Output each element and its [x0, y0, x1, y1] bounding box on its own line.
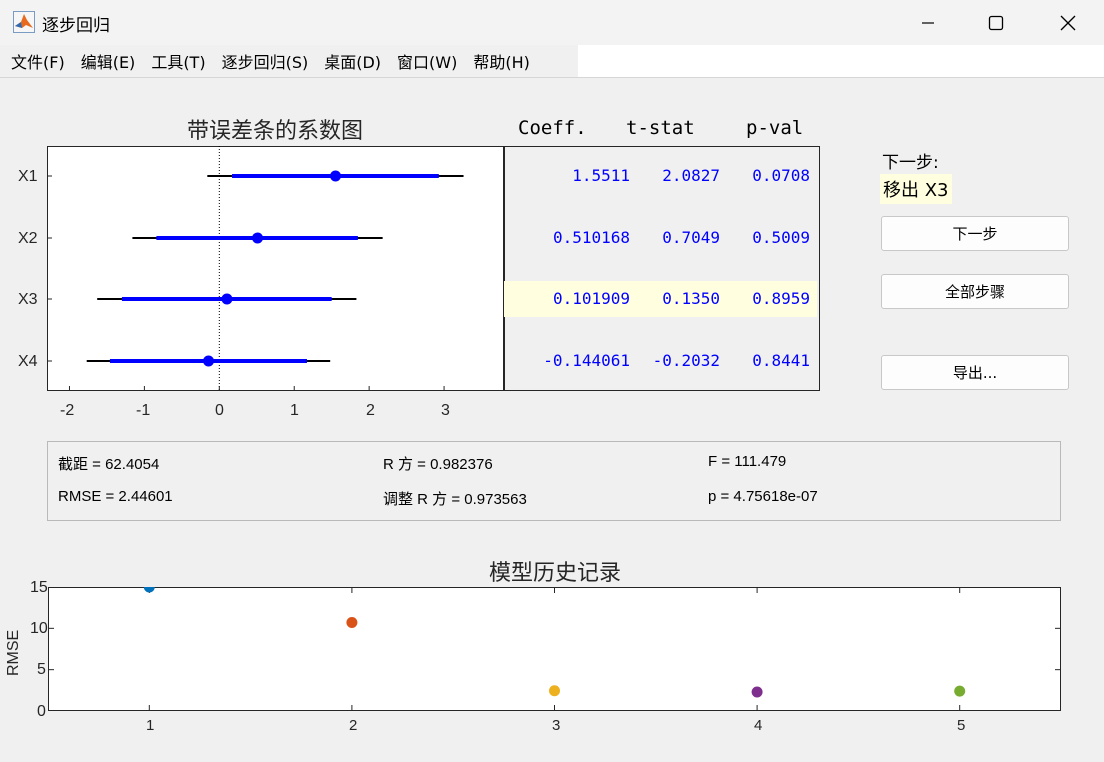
all-steps-button[interactable]: 全部步骤	[881, 274, 1069, 309]
f-stat: F = 111.479	[708, 453, 787, 470]
coef-estimate-point	[252, 232, 264, 244]
coef-y-tick: X4	[18, 353, 38, 370]
coef-x-tick: -1	[136, 402, 151, 419]
coef-estimate-point	[203, 355, 215, 367]
coef-x-tick: 0	[215, 402, 224, 419]
next-step-action: 移出 X3	[880, 174, 952, 204]
coef-y-tick: X3	[18, 291, 38, 308]
next-step-button[interactable]: 下一步	[881, 216, 1069, 251]
next-step-label: 下一步:	[882, 153, 939, 173]
menu-desktop[interactable]: 桌面(D)	[316, 49, 389, 73]
menu-bar: 文件(F) 编辑(E) 工具(T) 逐步回归(S) 桌面(D) 窗口(W) 帮助…	[0, 45, 1104, 77]
history-y-tick: 10	[30, 620, 48, 637]
history-point	[143, 587, 155, 593]
pval-value: 0.8959	[752, 289, 810, 308]
pval-value: 0.8441	[752, 351, 810, 370]
coeff-value[interactable]: 1.5511	[520, 166, 630, 185]
maximize-button[interactable]	[968, 0, 1024, 45]
close-button[interactable]	[1040, 0, 1096, 45]
window-title: 逐步回归	[42, 16, 110, 36]
tstat-header: t-stat	[626, 117, 695, 139]
history-y-tick: 15	[30, 579, 48, 596]
menu-help[interactable]: 帮助(H)	[465, 49, 538, 73]
menu-file[interactable]: 文件(F)	[3, 49, 73, 73]
coef-estimate-point	[330, 170, 342, 182]
history-y-tick: 5	[37, 661, 46, 678]
history-x-tick: 4	[754, 717, 763, 734]
tstat-value: 2.0827	[662, 166, 720, 185]
coef-x-tick: 1	[290, 402, 299, 419]
rmse-stat: RMSE = 2.44601	[58, 488, 173, 505]
coef-estimate-point	[221, 293, 233, 305]
history-point	[954, 685, 966, 697]
coeff-value[interactable]: 0.510168	[520, 228, 630, 247]
matlab-icon	[13, 11, 35, 33]
intercept-stat: 截距 = 62.4054	[58, 456, 160, 473]
history-x-tick: 5	[957, 717, 966, 734]
menu-edit[interactable]: 编辑(E)	[73, 49, 144, 73]
coef-plot	[47, 146, 464, 391]
coeff-value[interactable]: -0.144061	[520, 351, 630, 370]
history-x-tick: 3	[552, 717, 561, 734]
coeff-value[interactable]: 0.101909	[520, 289, 630, 308]
history-x-tick: 1	[146, 717, 155, 734]
history-y-tick: 0	[37, 703, 46, 720]
close-icon	[1060, 15, 1076, 30]
coef-plot-title: 带误差条的系数图	[186, 119, 363, 144]
menu-separator	[0, 77, 1104, 78]
minimize-button[interactable]	[900, 0, 956, 45]
minimize-icon	[922, 21, 934, 24]
rsquared-stat: R 方 = 0.982376	[383, 456, 493, 473]
pval-header: p-val	[746, 117, 804, 139]
coef-y-tick: X2	[18, 230, 38, 247]
stats-panel	[47, 441, 1061, 521]
adjusted-rsquared-stat: 调整 R 方 = 0.973563	[383, 491, 527, 508]
pval-value: 0.5009	[752, 228, 810, 247]
menu-tools[interactable]: 工具(T)	[143, 49, 213, 73]
history-y-label: RMSE	[5, 629, 22, 676]
tstat-value: 0.7049	[662, 228, 720, 247]
title-bar: 逐步回归	[0, 0, 1104, 45]
history-point	[549, 685, 560, 697]
tstat-value: 0.1350	[662, 289, 720, 308]
maximize-icon	[988, 15, 1004, 30]
menu-strip: 文件(F) 编辑(E) 工具(T) 逐步回归(S) 桌面(D) 窗口(W) 帮助…	[0, 45, 578, 77]
p-value-stat: p = 4.75618e-07	[708, 488, 818, 505]
tstat-value: -0.2032	[652, 351, 720, 370]
coeff-header: Coeff.	[518, 117, 587, 139]
history-plot	[48, 587, 1061, 711]
history-plot-title: 模型历史记录	[488, 561, 621, 586]
menu-stepwise[interactable]: 逐步回归(S)	[214, 49, 317, 73]
history-x-tick: 2	[349, 717, 358, 734]
menu-window[interactable]: 窗口(W)	[389, 49, 465, 73]
export-button[interactable]: 导出...	[881, 355, 1069, 390]
pval-value: 0.0708	[752, 166, 810, 185]
coef-y-tick: X1	[18, 168, 38, 185]
coef-x-tick: 3	[441, 402, 450, 419]
history-point	[751, 686, 763, 698]
history-point	[346, 617, 358, 629]
coef-x-tick: -2	[60, 402, 75, 419]
coef-x-tick: 2	[366, 402, 375, 419]
